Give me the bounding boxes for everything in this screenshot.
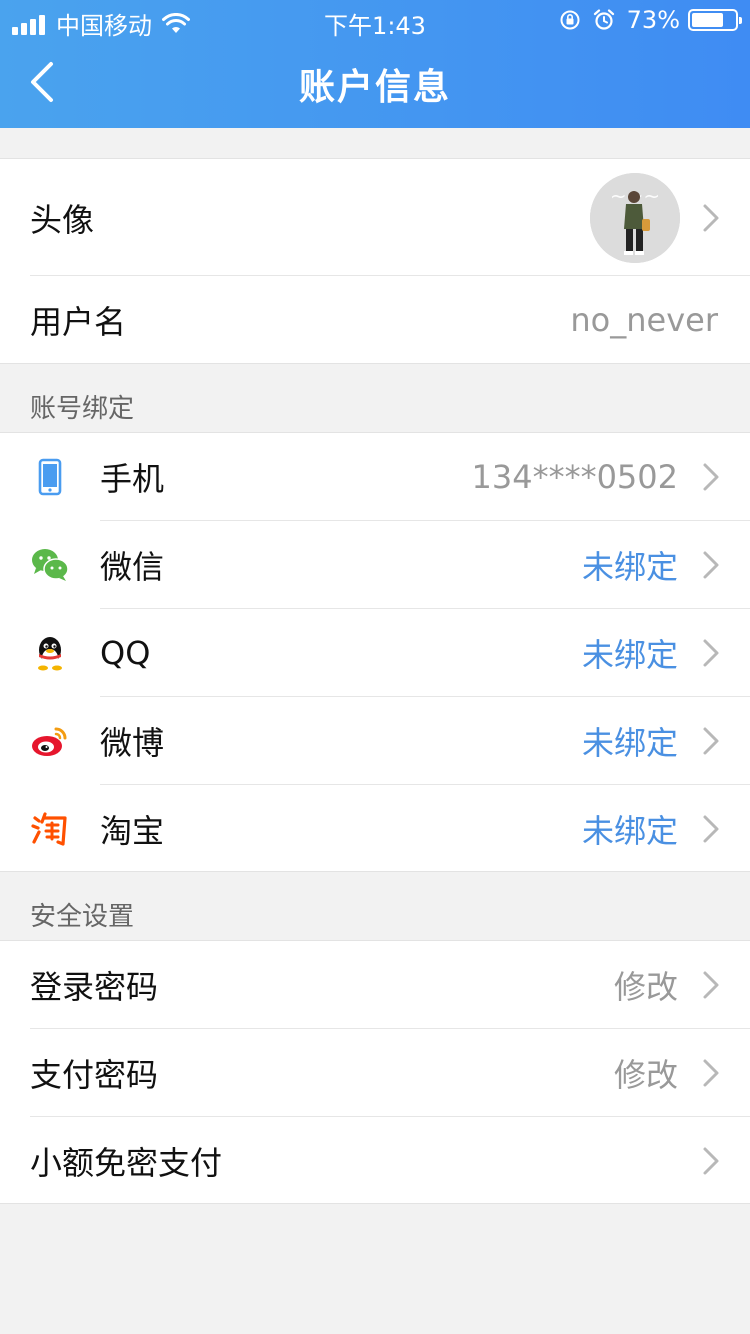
status-right: 73% (559, 6, 742, 34)
section-title-binding: 账号绑定 (30, 394, 135, 424)
binding-label: QQ (100, 634, 151, 672)
phone-icon (38, 458, 62, 496)
wechat-icon (32, 549, 69, 581)
security-label: 支付密码 (30, 1056, 159, 1094)
chevron-right-icon (703, 971, 719, 999)
chevron-right-icon (703, 727, 719, 755)
binding-label: 微博 (100, 724, 165, 762)
binding-row-weibo[interactable]: 微博 未绑定 (0, 697, 750, 785)
security-label: 登录密码 (30, 968, 159, 1006)
avatar-image: ~~~ (590, 173, 680, 263)
section-title-security: 安全设置 (30, 902, 135, 932)
taobao-icon (31, 812, 67, 846)
page-title: 账户信息 (298, 67, 451, 108)
security-row-login-password[interactable]: 登录密码 修改 (0, 941, 750, 1029)
profile-group: 头像 ~~~ 用户名 no_never (0, 158, 750, 364)
binding-value: 未绑定 (581, 548, 678, 586)
weibo-icon (32, 727, 67, 756)
binding-label: 淘宝 (100, 812, 165, 850)
username-value: no_never (570, 301, 718, 339)
binding-group: 手机 134****0502 微信 未绑定 QQ 未绑定 微博 未绑定 淘宝 未… (0, 432, 750, 872)
binding-value: 134****0502 (471, 458, 678, 496)
binding-value: 未绑定 (581, 724, 678, 762)
security-row-small-free-pay[interactable]: 小额免密支付 (0, 1117, 750, 1205)
binding-value: 未绑定 (581, 636, 678, 674)
header-bar: 中国移动 下午1:43 73% 账户信息 (0, 0, 750, 128)
binding-row-wechat[interactable]: 微信 未绑定 (0, 521, 750, 609)
chevron-right-icon (703, 204, 719, 231)
binding-label: 微信 (100, 548, 165, 586)
binding-row-qq[interactable]: QQ 未绑定 (0, 609, 750, 697)
chevron-right-icon (703, 1059, 719, 1087)
username-label: 用户名 (30, 303, 127, 341)
binding-row-taobao[interactable]: 淘宝 未绑定 (0, 785, 750, 873)
chevron-right-icon (703, 551, 719, 579)
avatar-label: 头像 (30, 200, 95, 239)
battery-icon (688, 9, 742, 31)
chevron-right-icon (703, 463, 719, 491)
binding-label: 手机 (100, 460, 165, 498)
security-label: 小额免密支付 (30, 1144, 223, 1182)
rotation-lock-icon (560, 10, 580, 30)
username-row: 用户名 no_never (0, 276, 750, 364)
security-value: 修改 (613, 968, 678, 1006)
chevron-right-icon (703, 815, 719, 843)
status-bar: 中国移动 下午1:43 73% (0, 0, 750, 40)
security-row-pay-password[interactable]: 支付密码 修改 (0, 1029, 750, 1117)
binding-row-phone[interactable]: 手机 134****0502 (0, 433, 750, 521)
security-group: 登录密码 修改 支付密码 修改 小额免密支付 (0, 940, 750, 1204)
qq-icon (38, 637, 62, 671)
security-value: 修改 (613, 1056, 678, 1094)
chevron-right-icon (703, 639, 719, 667)
avatar[interactable]: ~~~ (590, 173, 680, 263)
binding-value: 未绑定 (581, 812, 678, 850)
alarm-icon (593, 9, 614, 30)
avatar-row[interactable]: 头像 ~~~ (0, 159, 750, 276)
battery-percent: 73% (626, 6, 680, 34)
battery-fill (692, 13, 723, 27)
chevron-right-icon (703, 1147, 719, 1175)
